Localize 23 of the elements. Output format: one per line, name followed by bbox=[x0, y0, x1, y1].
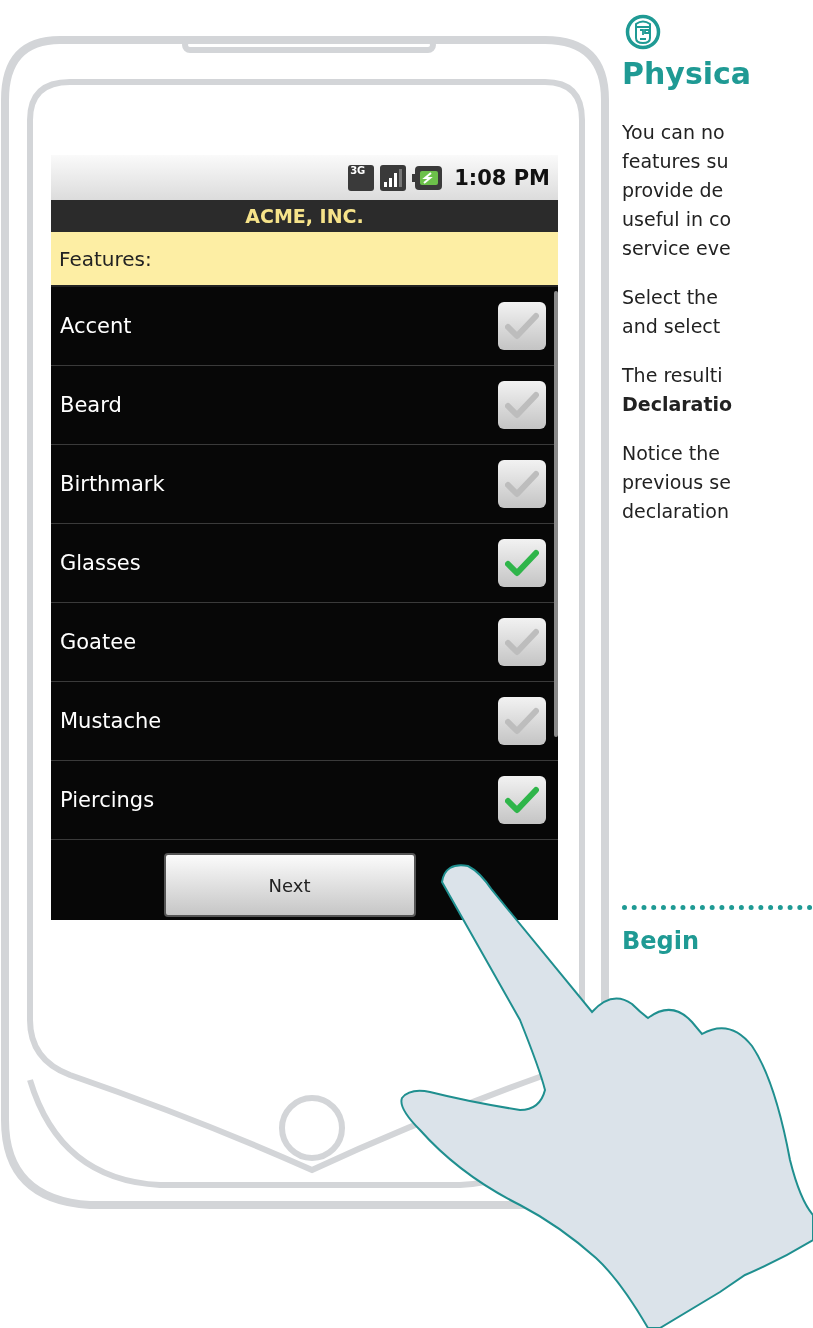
checkbox[interactable] bbox=[498, 618, 546, 666]
app-title: ACME, INC. bbox=[51, 200, 558, 232]
feature-row[interactable]: Accent bbox=[51, 287, 558, 366]
paragraph-text: Select the and select bbox=[622, 285, 722, 339]
section-header: Features: bbox=[51, 232, 558, 287]
battery-icon bbox=[412, 165, 443, 190]
page-heading: Physica bbox=[622, 55, 753, 93]
checkbox[interactable] bbox=[498, 302, 546, 350]
checkbox[interactable] bbox=[498, 697, 546, 745]
paragraph-text: You can no features su provide de useful in co service eve bbox=[622, 120, 733, 261]
paragraph-text: Notice the previous se declaration bbox=[622, 441, 732, 524]
face-icon bbox=[625, 14, 661, 50]
feature-row[interactable]: Piercings bbox=[51, 761, 558, 840]
signal-icon bbox=[380, 164, 407, 191]
feature-row[interactable]: Mustache bbox=[51, 682, 558, 761]
paragraph-text: The resulti Declaratio bbox=[622, 363, 734, 417]
clock-time: 1:08 PM bbox=[454, 165, 550, 190]
checkbox[interactable] bbox=[498, 381, 546, 429]
next-button[interactable]: Next bbox=[163, 853, 416, 917]
checkbox[interactable] bbox=[498, 776, 546, 824]
network-icon: 3G bbox=[348, 164, 375, 191]
checkbox[interactable] bbox=[498, 460, 546, 508]
checkbox[interactable] bbox=[498, 539, 546, 587]
